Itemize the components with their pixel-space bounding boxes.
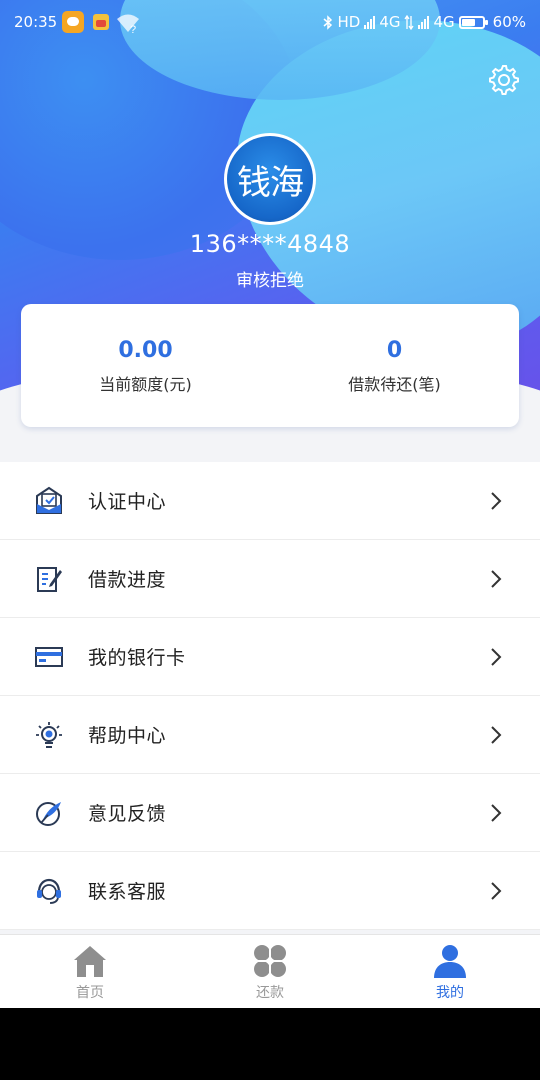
chevron-right-icon xyxy=(491,491,502,510)
menu-item-certification[interactable]: 认证中心 xyxy=(0,462,540,540)
nav-repay[interactable]: 还款 xyxy=(180,935,360,1008)
svg-text:?: ? xyxy=(130,24,136,34)
menu-label: 借款进度 xyxy=(88,569,167,591)
chevron-right-icon xyxy=(491,647,502,666)
menu-label: 联系客服 xyxy=(88,881,167,903)
status-bar: 20:35 ? HD 4G 4G 60% xyxy=(0,0,540,46)
chevron-right-icon xyxy=(491,881,502,900)
pending-label: 借款待还(笔) xyxy=(348,375,441,394)
settings-gear-icon[interactable] xyxy=(488,64,520,96)
nav-label: 还款 xyxy=(256,985,284,1001)
status-time: 20:35 xyxy=(14,13,58,31)
stats-card: 0.00 当前额度(元) 0 借款待还(笔) xyxy=(21,304,519,427)
headset-icon xyxy=(37,878,61,904)
bluetooth-icon xyxy=(323,14,333,30)
home-icon xyxy=(74,946,106,977)
review-status: 审核拒绝 xyxy=(236,271,304,291)
nav-mine[interactable]: 我的 xyxy=(360,935,540,1008)
menu-label: 认证中心 xyxy=(88,491,167,513)
grid-icon xyxy=(254,945,286,977)
lightbulb-icon xyxy=(36,721,62,748)
menu-label: 帮助中心 xyxy=(88,725,167,747)
pending-stat: 0 借款待还(笔) xyxy=(270,304,519,395)
menu-list: 认证中心 借款进度 我的银行卡 帮助中心 意见反馈 联系客服 xyxy=(0,462,540,930)
network-label-2: 4G xyxy=(433,13,455,31)
chevron-right-icon xyxy=(491,803,502,822)
credit-label: 当前额度(元) xyxy=(99,375,192,394)
feather-icon xyxy=(36,801,61,826)
menu-item-customer-service[interactable]: 联系客服 xyxy=(0,852,540,930)
signal-icon-2 xyxy=(418,15,430,29)
hd-label: HD xyxy=(337,13,361,31)
menu-label: 意见反馈 xyxy=(88,803,167,825)
menu-item-feedback[interactable]: 意见反馈 xyxy=(0,774,540,852)
data-transfer-icon xyxy=(404,14,415,30)
avatar-logo: 钱海 xyxy=(227,136,313,222)
profile-screen: 20:35 ? HD 4G 4G 60% 钱海 136****4848 审核拒绝… xyxy=(0,0,540,1008)
credit-value: 0.00 xyxy=(118,338,173,363)
menu-item-loan-progress[interactable]: 借款进度 xyxy=(0,540,540,618)
network-label-1: 4G xyxy=(379,13,401,31)
menu-item-help-center[interactable]: 帮助中心 xyxy=(0,696,540,774)
nav-home[interactable]: 首页 xyxy=(0,935,180,1008)
menu-item-bank-card[interactable]: 我的银行卡 xyxy=(0,618,540,696)
user-icon xyxy=(434,945,466,978)
notification-app-icon xyxy=(91,11,111,33)
bottom-nav: 首页 还款 我的 xyxy=(0,934,540,1008)
chevron-right-icon xyxy=(491,569,502,588)
avatar[interactable]: 钱海 xyxy=(224,133,316,225)
nav-label: 我的 xyxy=(436,985,464,1001)
progress-doc-icon xyxy=(37,566,62,592)
bank-card-icon xyxy=(35,646,63,667)
chevron-right-icon xyxy=(491,725,502,744)
user-phone: 136****4848 xyxy=(189,230,351,258)
id-card-icon xyxy=(36,486,62,514)
wifi-icon: ? xyxy=(117,14,139,34)
nav-label: 首页 xyxy=(76,985,104,1001)
chat-app-icon xyxy=(62,11,84,33)
battery-level: 60% xyxy=(492,13,526,31)
pending-value: 0 xyxy=(386,338,403,363)
battery-icon xyxy=(458,15,488,29)
menu-label: 我的银行卡 xyxy=(88,647,186,669)
credit-stat: 0.00 当前额度(元) xyxy=(21,304,270,395)
signal-icon xyxy=(364,15,376,29)
